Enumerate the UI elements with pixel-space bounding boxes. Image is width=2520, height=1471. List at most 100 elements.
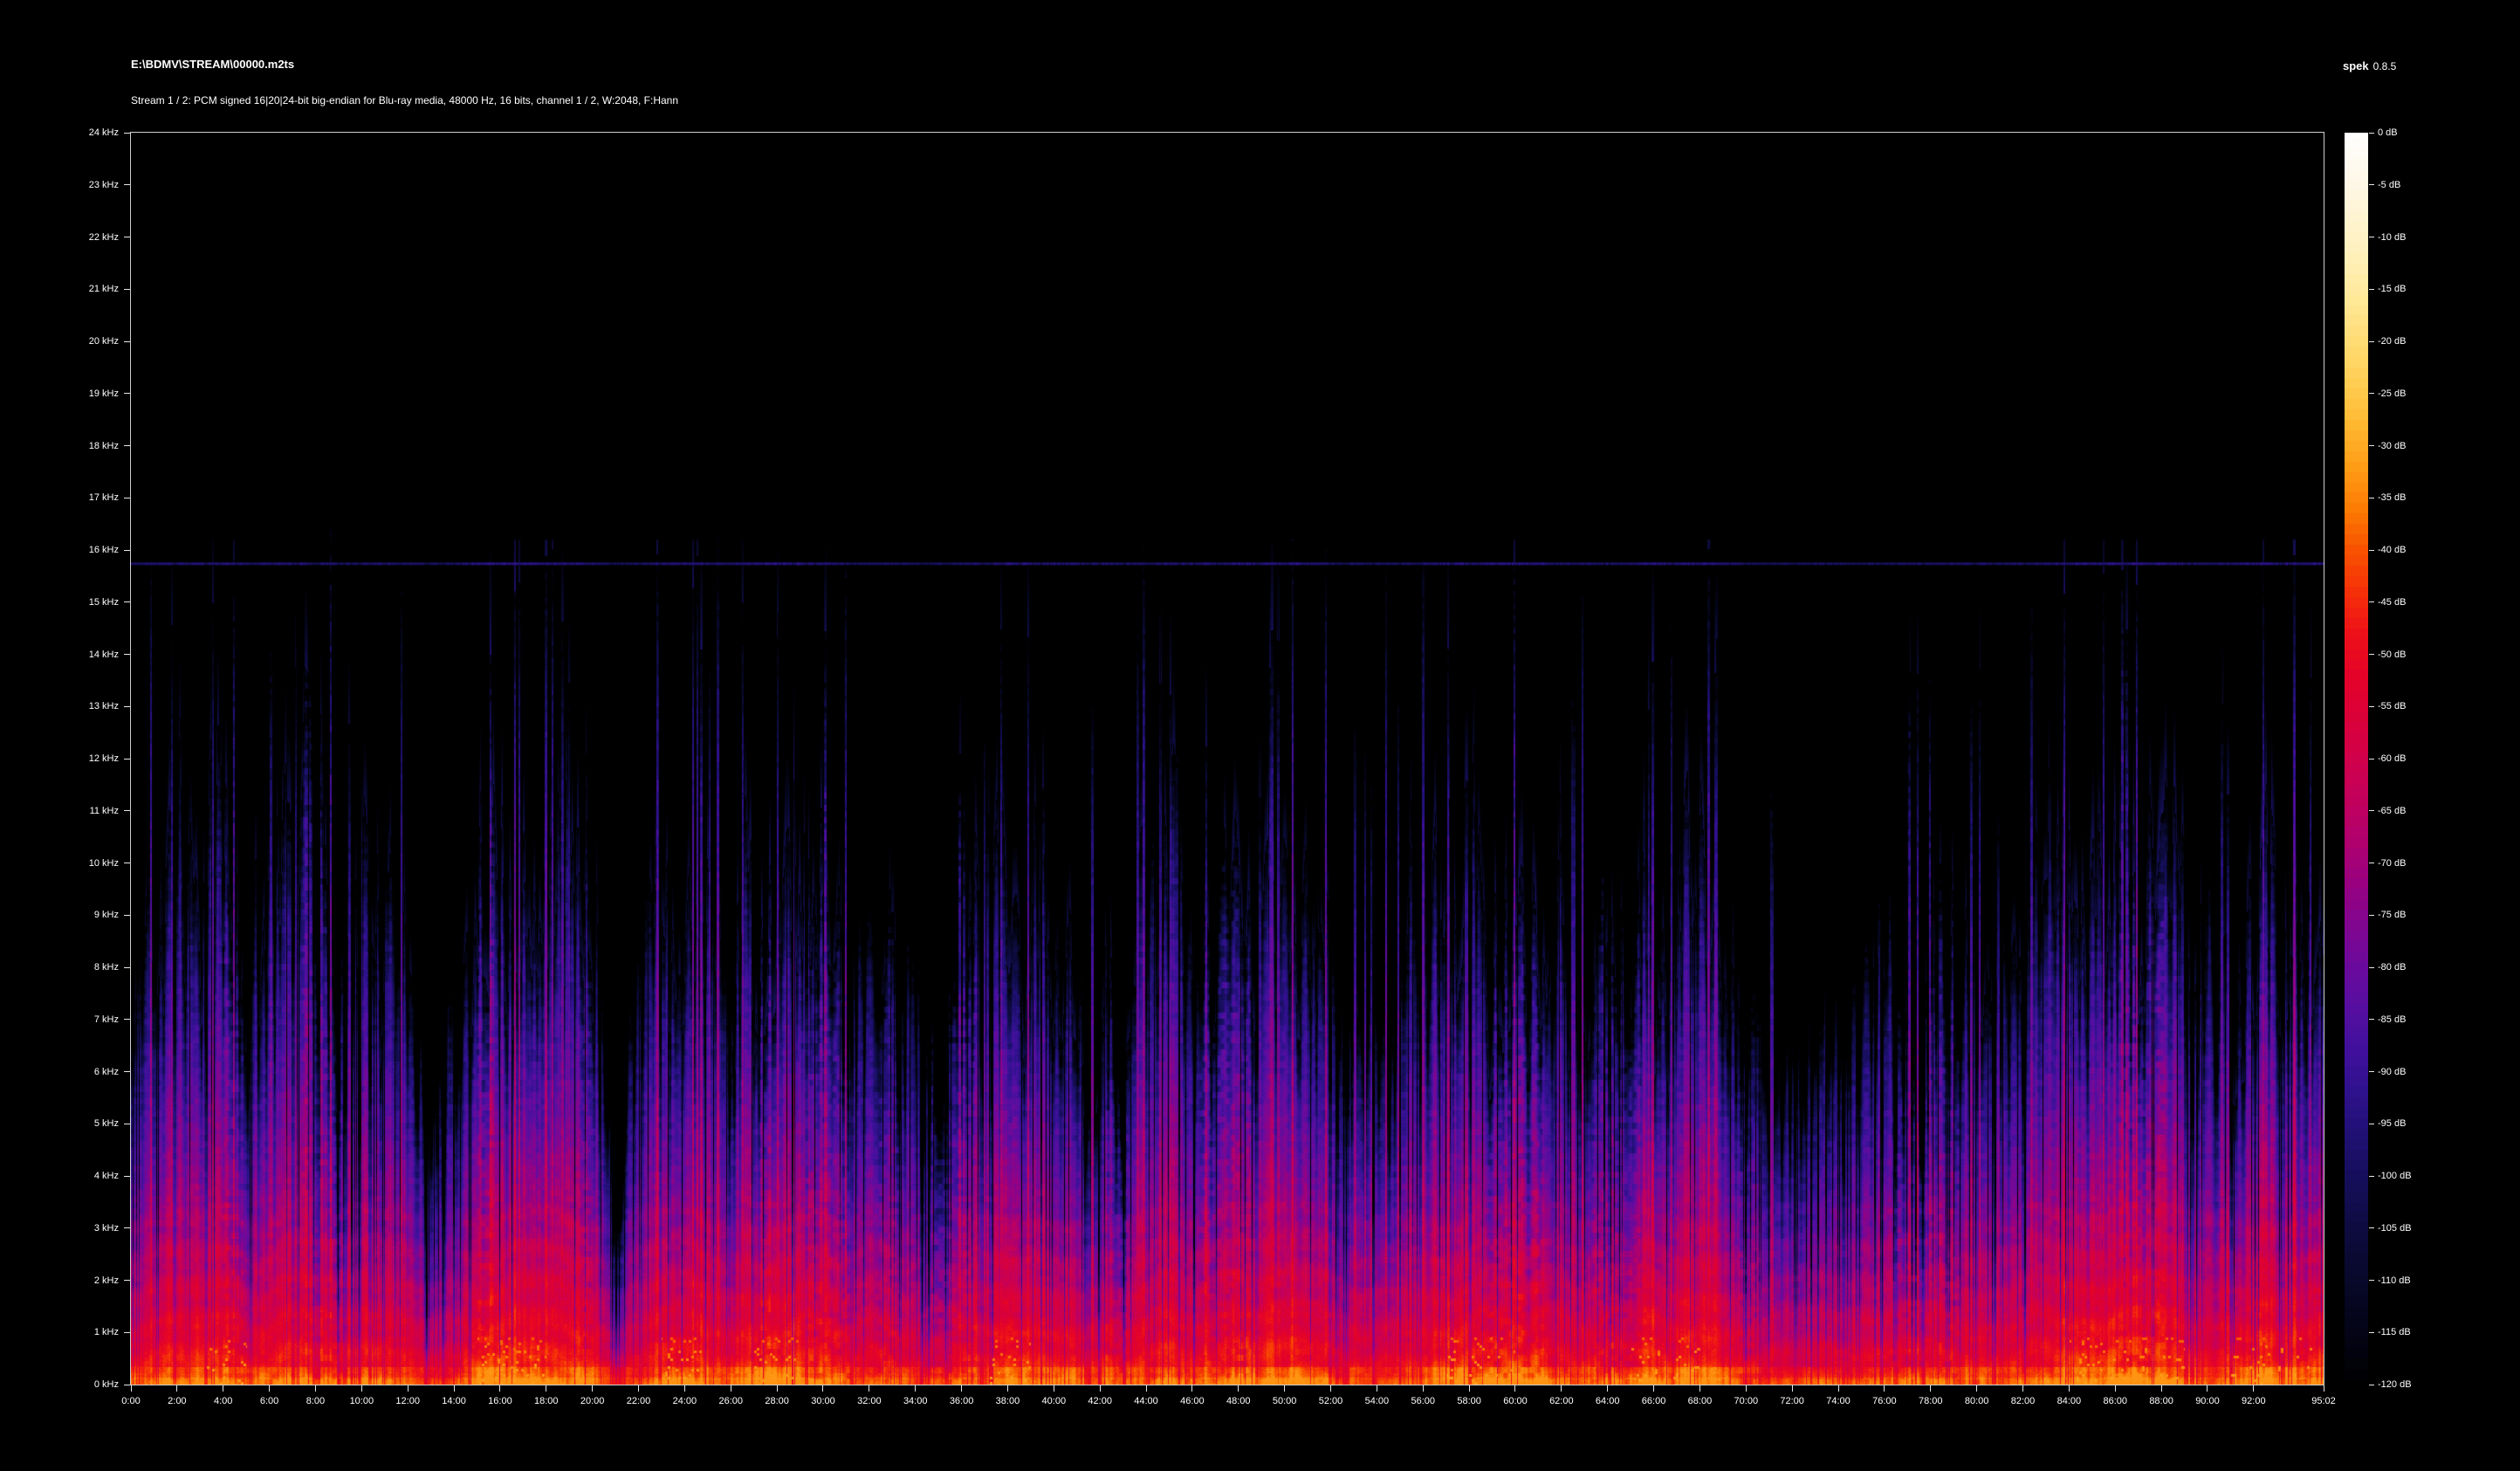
freq-tick-label: 9 kHz: [49, 909, 119, 921]
time-tick: [1100, 1385, 1101, 1392]
freq-tick: [124, 810, 130, 811]
freq-tick: [124, 184, 130, 185]
db-tick: [2369, 289, 2374, 290]
freq-tick: [124, 133, 130, 134]
db-tick-label: -40 dB: [2378, 544, 2456, 556]
db-tick-label: -15 dB: [2378, 283, 2456, 295]
app-version-number: 0.8.5: [2373, 60, 2397, 72]
freq-tick-label: 2 kHz: [49, 1275, 119, 1287]
time-tick: [1746, 1385, 1747, 1392]
db-tick: [2369, 341, 2374, 342]
time-tick: [1653, 1385, 1654, 1392]
db-tick: [2369, 1280, 2374, 1281]
db-tick-label: 0 dB: [2378, 127, 2456, 139]
time-tick: [1146, 1385, 1147, 1392]
db-tick-label: -65 dB: [2378, 805, 2456, 817]
db-tick-label: -10 dB: [2378, 231, 2456, 244]
freq-tick: [124, 601, 130, 602]
time-tick-label: 92:00: [2226, 1395, 2282, 1407]
db-tick-label: -115 dB: [2378, 1326, 2456, 1338]
freq-tick-label: 5 kHz: [49, 1117, 119, 1130]
time-tick: [961, 1385, 962, 1392]
freq-tick: [124, 1071, 130, 1072]
db-tick: [2369, 915, 2374, 916]
freq-tick-label: 15 kHz: [49, 596, 119, 608]
freq-tick-label: 19 kHz: [49, 388, 119, 400]
spek-window: E:\BDMV\STREAM\00000.m2ts spek 0.8.5 Stre…: [0, 0, 2520, 1471]
freq-tick: [124, 759, 130, 760]
time-tick: [2022, 1385, 2023, 1392]
freq-tick: [124, 967, 130, 968]
time-tick: [1191, 1385, 1192, 1392]
freq-tick: [124, 445, 130, 446]
freq-tick-label: 12 kHz: [49, 753, 119, 765]
time-tick: [2115, 1385, 2116, 1392]
db-tick-label: -85 dB: [2378, 1014, 2456, 1026]
db-tick-label: -55 dB: [2378, 700, 2456, 712]
freq-tick-label: 10 kHz: [49, 857, 119, 870]
freq-tick-label: 14 kHz: [49, 649, 119, 661]
time-tick: [2207, 1385, 2208, 1392]
db-tick-label: -120 dB: [2378, 1378, 2456, 1391]
time-tick-label: 95:02: [2296, 1395, 2352, 1407]
db-tick: [2369, 1071, 2374, 1072]
time-tick: [454, 1385, 455, 1392]
time-tick: [408, 1385, 409, 1392]
freq-tick-label: 22 kHz: [49, 231, 119, 244]
db-tick-label: -20 dB: [2378, 335, 2456, 347]
db-tick: [2369, 759, 2374, 760]
freq-tick-label: 6 kHz: [49, 1066, 119, 1078]
time-tick: [1423, 1385, 1424, 1392]
db-tick: [2369, 184, 2374, 185]
time-tick: [1007, 1385, 1008, 1392]
db-tick-label: -75 dB: [2378, 909, 2456, 921]
time-tick: [2069, 1385, 2070, 1392]
file-path-title: E:\BDMV\STREAM\00000.m2ts: [131, 58, 294, 71]
time-tick: [2253, 1385, 2254, 1392]
time-tick: [1884, 1385, 1885, 1392]
db-tick: [2369, 967, 2374, 968]
freq-tick-label: 24 kHz: [49, 127, 119, 139]
db-tick: [2369, 1227, 2374, 1228]
db-tick-label: -60 dB: [2378, 753, 2456, 765]
time-tick: [2161, 1385, 2162, 1392]
time-tick: [1469, 1385, 1470, 1392]
db-tick-label: -110 dB: [2378, 1275, 2456, 1287]
freq-tick-label: 23 kHz: [49, 179, 119, 191]
freq-tick-label: 8 kHz: [49, 961, 119, 973]
db-tick-label: -90 dB: [2378, 1066, 2456, 1078]
freq-tick-label: 16 kHz: [49, 544, 119, 556]
app-name-label: spek: [2343, 59, 2369, 72]
db-tick: [2369, 810, 2374, 811]
time-tick: [1792, 1385, 1793, 1392]
freq-tick: [124, 1227, 130, 1228]
freq-tick-label: 21 kHz: [49, 283, 119, 295]
time-tick: [176, 1385, 177, 1392]
db-tick-label: -30 dB: [2378, 440, 2456, 452]
db-tick-label: -5 dB: [2378, 179, 2456, 191]
db-tick-label: -95 dB: [2378, 1117, 2456, 1130]
freq-tick: [124, 915, 130, 916]
db-tick: [2369, 393, 2374, 394]
db-tick: [2369, 601, 2374, 602]
db-tick-label: -50 dB: [2378, 649, 2456, 661]
freq-tick-label: 0 kHz: [49, 1378, 119, 1391]
freq-tick-label: 20 kHz: [49, 335, 119, 347]
time-tick: [822, 1385, 823, 1392]
db-tick: [2369, 133, 2374, 134]
freq-tick-label: 17 kHz: [49, 491, 119, 504]
freq-tick: [124, 341, 130, 342]
time-tick: [269, 1385, 270, 1392]
time-tick: [638, 1385, 639, 1392]
db-tick: [2369, 445, 2374, 446]
freq-tick: [124, 706, 130, 707]
time-tick: [1838, 1385, 1839, 1392]
time-tick: [1930, 1385, 1931, 1392]
stream-info: Stream 1 / 2: PCM signed 16|20|24-bit bi…: [131, 94, 678, 107]
freq-tick-label: 13 kHz: [49, 700, 119, 712]
freq-tick-label: 18 kHz: [49, 440, 119, 452]
time-tick: [777, 1385, 778, 1392]
freq-tick-label: 7 kHz: [49, 1014, 119, 1026]
time-tick: [499, 1385, 500, 1392]
freq-tick: [124, 393, 130, 394]
